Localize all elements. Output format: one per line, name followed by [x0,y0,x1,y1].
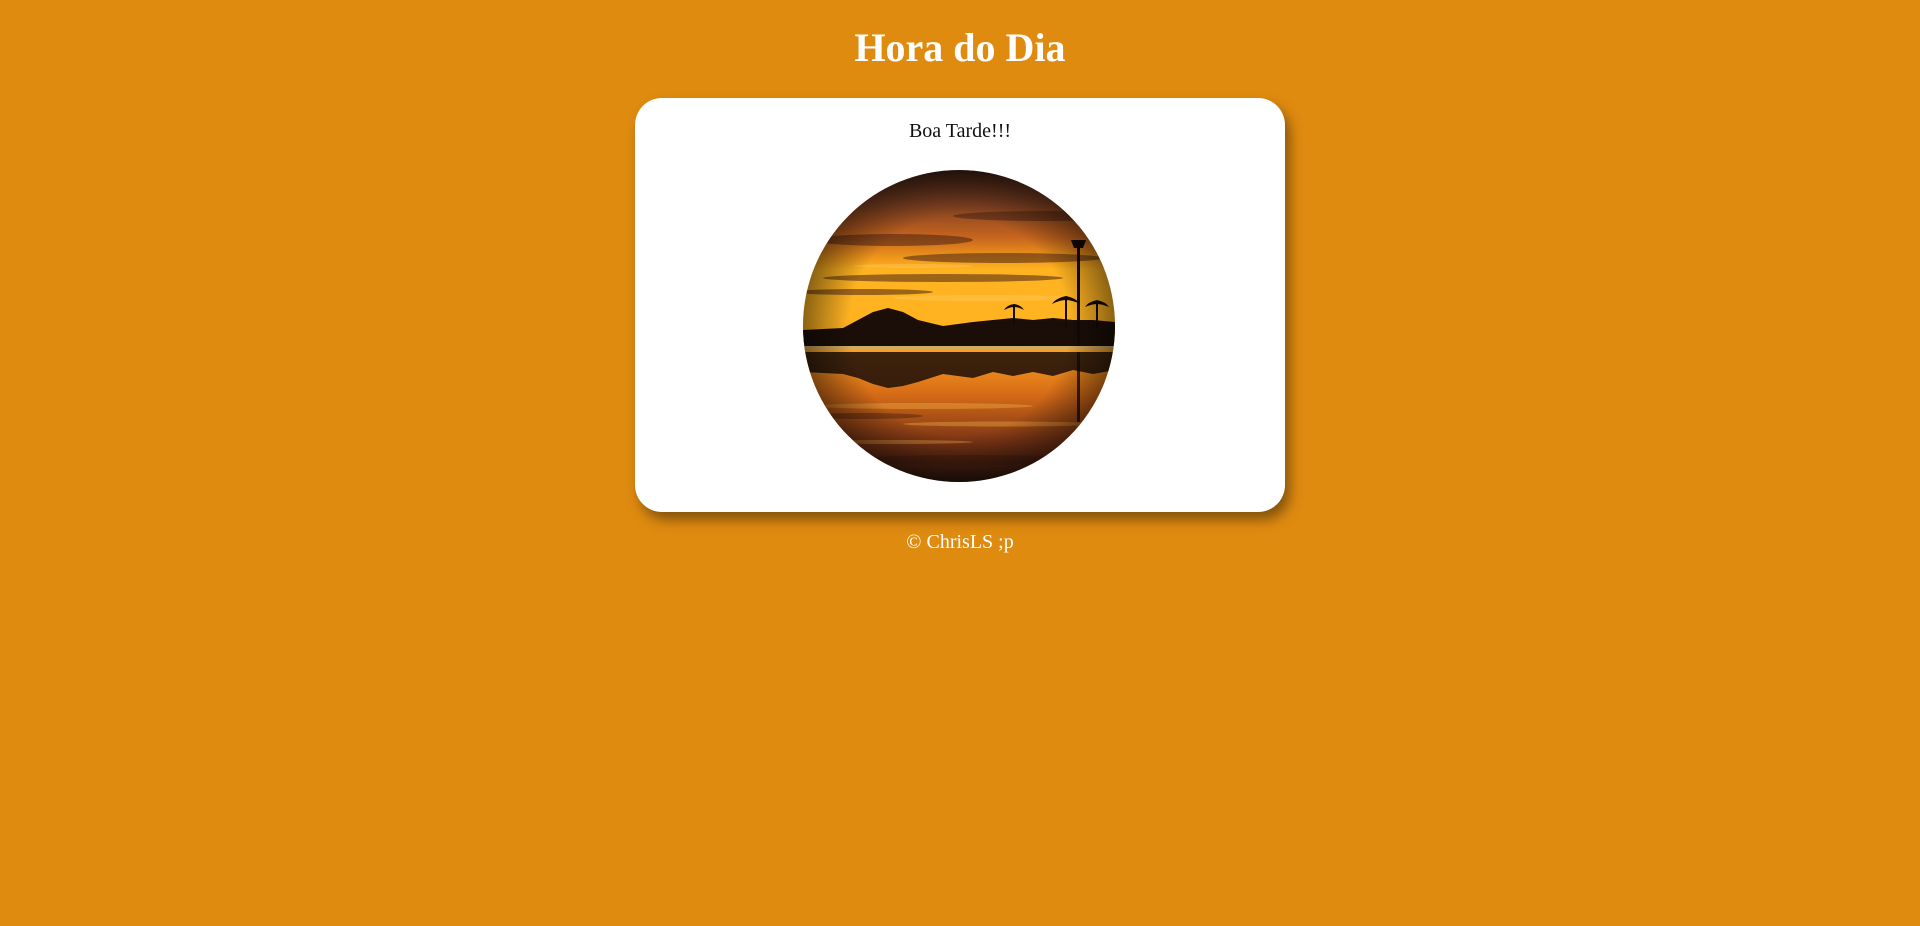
footer-copyright: © ChrisLS ;p [906,531,1014,553]
page-title: Hora do Dia [854,25,1066,70]
sunset-photo [803,170,1115,482]
greeting-text: Boa Tarde!!! [908,120,1012,142]
greeting-card: Boa Tarde!!! [635,98,1285,512]
